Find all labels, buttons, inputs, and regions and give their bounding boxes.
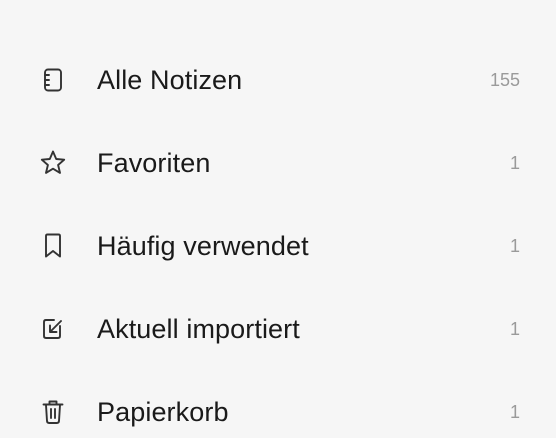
menu-item-count: 1 bbox=[509, 235, 520, 256]
star-icon bbox=[38, 148, 68, 178]
menu-item-count: 1 bbox=[509, 318, 520, 339]
menu-item-aktuell-importiert[interactable]: Aktuell importiert 1 bbox=[0, 299, 556, 359]
menu-item-papierkorb[interactable]: Papierkorb 1 bbox=[0, 382, 556, 438]
menu-item-label: Favoriten bbox=[97, 147, 211, 178]
bookmark-icon bbox=[38, 231, 68, 261]
menu-item-count: 1 bbox=[509, 401, 520, 422]
menu-item-label: Alle Notizen bbox=[97, 64, 243, 95]
menu-item-haeufig-verwendet[interactable]: Häufig verwendet 1 bbox=[0, 216, 556, 276]
trash-icon bbox=[38, 397, 68, 427]
menu-item-favoriten[interactable]: Favoriten 1 bbox=[0, 133, 556, 193]
menu-item-alle-notizen[interactable]: Alle Notizen 155 bbox=[0, 50, 556, 110]
menu-item-count: 1 bbox=[509, 152, 520, 173]
menu-item-label: Häufig verwendet bbox=[97, 230, 309, 261]
menu-item-label: Aktuell importiert bbox=[97, 313, 300, 344]
notebook-icon bbox=[38, 65, 68, 95]
import-icon bbox=[38, 314, 68, 344]
notes-category-list: Alle Notizen 155 Favoriten 1 Häufig verw… bbox=[0, 0, 556, 438]
menu-item-count: 155 bbox=[489, 69, 520, 90]
menu-item-label: Papierkorb bbox=[97, 396, 229, 427]
